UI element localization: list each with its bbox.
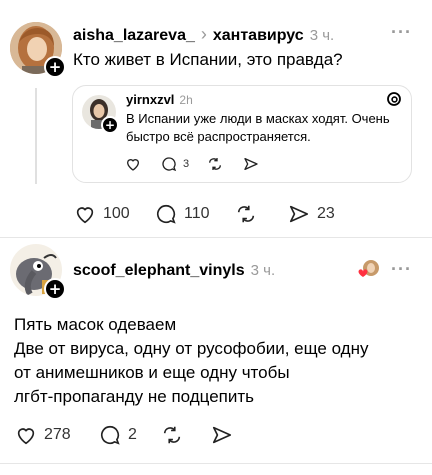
like-button[interactable]: 278 [14, 424, 71, 446]
repost-icon [163, 426, 181, 444]
share-button[interactable] [210, 424, 234, 446]
send-icon [289, 205, 309, 223]
send-icon [244, 158, 258, 170]
post-text: Пять масок одеваем Две от вируса, одну о… [14, 313, 368, 409]
speech-bubble-icon [162, 157, 177, 172]
more-options-icon[interactable]: ··· [391, 259, 412, 280]
follow-plus-icon[interactable]: + [44, 278, 66, 300]
post-divider [0, 463, 432, 464]
repost-button[interactable] [234, 203, 258, 225]
share-count: 23 [317, 205, 335, 222]
post-text-line: лгбт-пропаганду не подцепить [14, 387, 255, 406]
thread-line [35, 88, 37, 184]
quoted-reply-button[interactable]: 3 [161, 156, 189, 172]
more-options-icon[interactable]: ··· [391, 22, 412, 43]
quoted-post[interactable]: + yirnxzvl 2h В Испании уже люди в маска… [72, 85, 412, 183]
quoted-like-button[interactable] [125, 156, 141, 172]
post-text-line: Две от вируса, одну от русофобии, еще од… [14, 339, 369, 358]
speech-bubble-icon [157, 204, 176, 224]
post-text-line: от анимешников и еще одну чтобы [14, 363, 290, 382]
reply-button[interactable]: 110 [154, 203, 210, 225]
quoted-reply-count: 3 [183, 158, 190, 170]
quoted-text: В Испании уже люди в масках ходят. Очень… [126, 111, 390, 144]
like-button[interactable]: 100 [73, 203, 130, 225]
post-time: 3 ч. [309, 27, 335, 44]
follow-plus-icon[interactable]: + [101, 116, 119, 134]
username-yirnxzvl[interactable]: yirnxzvl [126, 92, 174, 107]
quoted-repost-button[interactable] [207, 156, 223, 172]
reply-count: 2 [128, 426, 137, 443]
send-icon [212, 426, 232, 444]
quoted-time: 2h [179, 93, 193, 107]
topic-tag[interactable]: хантавирус [213, 27, 304, 45]
follow-plus-icon[interactable]: + [44, 56, 66, 78]
repost-icon [209, 158, 221, 170]
reply-count: 110 [184, 205, 210, 222]
heart-icon [126, 159, 140, 171]
like-count: 100 [103, 205, 130, 222]
repost-button[interactable] [160, 424, 184, 446]
chevron-right-icon: › [200, 24, 207, 44]
heart-icon [76, 207, 94, 224]
share-button[interactable]: 23 [287, 203, 335, 225]
like-count: 278 [44, 426, 71, 443]
post-time: 3 ч. [250, 262, 276, 279]
username-aisha[interactable]: aisha_lazareva_ [73, 27, 195, 45]
repost-icon [237, 205, 255, 223]
post-text-line: Пять масок одеваем [14, 315, 177, 334]
reply-button[interactable]: 2 [98, 424, 137, 446]
speech-bubble-icon [101, 425, 120, 445]
heart-icon [17, 428, 35, 445]
quoted-share-button[interactable] [243, 156, 259, 172]
post-divider [0, 237, 432, 238]
post-text: Кто живет в Испании, это правда? [73, 50, 343, 69]
username-scoof[interactable]: scoof_elephant_vinyls [73, 262, 245, 280]
liked-by-avatar[interactable] [358, 259, 379, 279]
threads-logo-icon [386, 91, 402, 112]
